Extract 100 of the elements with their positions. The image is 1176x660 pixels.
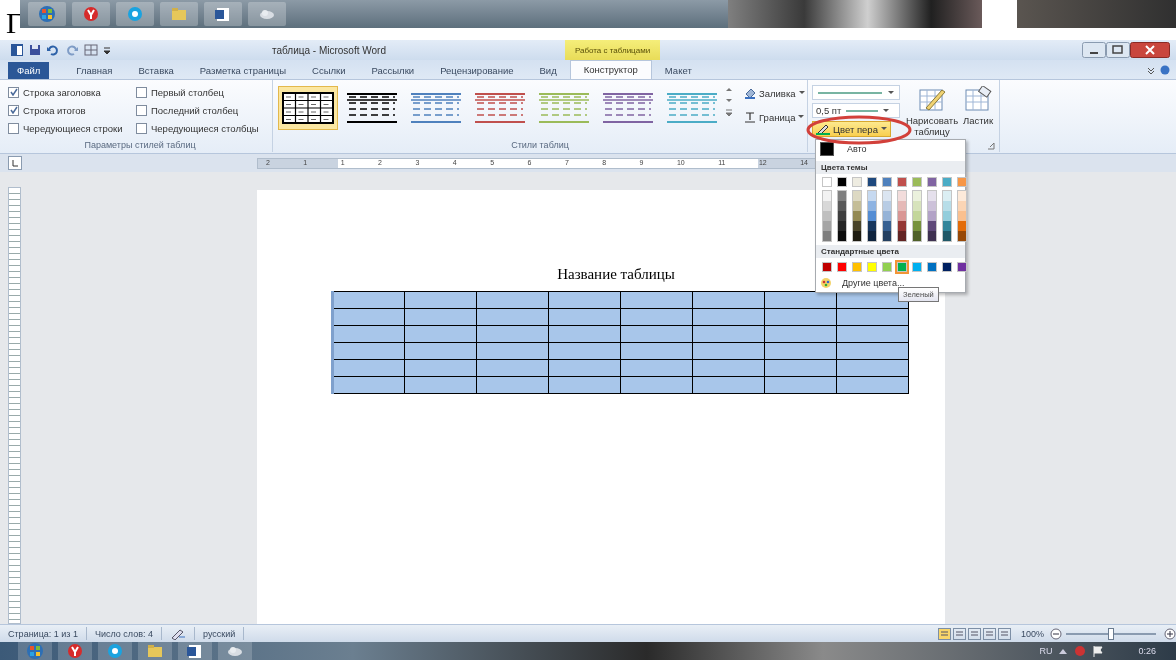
color-swatch[interactable] (838, 191, 846, 201)
checkbox[interactable] (8, 86, 19, 98)
tab-selector[interactable] (8, 156, 22, 170)
color-swatch[interactable] (928, 201, 936, 211)
color-swatch[interactable] (958, 211, 966, 221)
ribbon-tab[interactable]: Вид (526, 62, 570, 79)
table-cell[interactable] (404, 308, 477, 326)
ribbon-tab[interactable]: Конструктор (569, 60, 652, 79)
table-cell[interactable] (476, 359, 549, 377)
table-cell[interactable] (476, 291, 549, 309)
color-swatch[interactable] (927, 177, 937, 187)
restore-icon[interactable] (1106, 42, 1130, 58)
redo-icon[interactable] (65, 44, 79, 56)
ribbon-tab[interactable]: Вставка (125, 62, 187, 79)
color-swatch[interactable] (943, 231, 951, 241)
color-swatch[interactable] (852, 262, 862, 272)
action-center-flag-icon[interactable] (1092, 645, 1105, 657)
color-swatch[interactable] (867, 262, 877, 272)
color-swatch[interactable] (823, 231, 831, 241)
more-colors-option[interactable]: Другие цвета... (816, 276, 965, 290)
table-cell[interactable] (548, 342, 621, 360)
color-swatch[interactable] (823, 191, 831, 201)
color-swatch[interactable] (853, 221, 861, 231)
color-swatch[interactable] (912, 177, 922, 187)
ribbon-tab[interactable]: Файл (8, 62, 50, 79)
color-swatch[interactable] (823, 201, 831, 211)
reading-layout-icon[interactable] (952, 627, 966, 640)
undo-icon[interactable] (46, 44, 60, 56)
checkbox[interactable] (8, 122, 19, 134)
table-cell[interactable] (332, 325, 405, 343)
line-weight-dropdown[interactable]: 0,5 пт (812, 103, 900, 118)
color-swatch[interactable] (942, 262, 952, 272)
color-swatch[interactable] (838, 201, 846, 211)
color-swatch[interactable] (957, 177, 967, 187)
zoom-level[interactable]: 100% (1020, 628, 1044, 639)
table-cell[interactable] (764, 342, 837, 360)
table-cell[interactable] (548, 325, 621, 343)
color-swatch[interactable] (958, 201, 966, 211)
color-swatch[interactable] (867, 177, 877, 187)
color-swatch[interactable] (883, 231, 891, 241)
outline-icon[interactable] (982, 627, 996, 640)
color-swatch[interactable] (837, 177, 847, 187)
ribbon-tab[interactable]: Ссылки (299, 62, 359, 79)
table-cell[interactable] (548, 376, 621, 394)
color-swatch[interactable] (958, 221, 966, 231)
checkbox[interactable] (136, 86, 147, 98)
table-cell[interactable] (836, 359, 909, 377)
zoom-out-icon[interactable] (1050, 627, 1062, 640)
color-swatch[interactable] (868, 221, 876, 231)
color-swatch[interactable] (820, 142, 834, 156)
color-swatch[interactable] (823, 221, 831, 231)
color-swatch[interactable] (882, 262, 892, 272)
color-swatch[interactable] (883, 221, 891, 231)
table-icon[interactable] (84, 44, 98, 56)
color-swatch[interactable] (822, 177, 832, 187)
color-swatch[interactable] (868, 231, 876, 241)
color-swatch[interactable] (852, 177, 862, 187)
color-swatch[interactable] (823, 211, 831, 221)
table-cell[interactable] (476, 376, 549, 394)
color-swatch[interactable] (868, 211, 876, 221)
table-cell[interactable] (620, 308, 693, 326)
color-swatch[interactable] (913, 231, 921, 241)
color-swatch[interactable] (837, 262, 847, 272)
table-cell[interactable] (620, 291, 693, 309)
ribbon-tab[interactable]: Рассылки (358, 62, 428, 79)
color-swatch[interactable] (898, 221, 906, 231)
table-style-thumbnail[interactable] (278, 86, 338, 130)
table-cell[interactable] (692, 308, 765, 326)
ribbon-tab[interactable]: Главная (63, 62, 126, 79)
color-swatch[interactable] (913, 191, 921, 201)
color-swatch[interactable] (883, 201, 891, 211)
table-cell[interactable] (836, 325, 909, 343)
table-cell[interactable] (692, 291, 765, 309)
web-layout-icon[interactable] (967, 627, 981, 640)
table-cell[interactable] (692, 359, 765, 377)
table-cell[interactable] (764, 376, 837, 394)
table-cell[interactable] (404, 291, 477, 309)
color-swatch[interactable] (912, 262, 922, 272)
zoom-in-icon[interactable] (1164, 627, 1176, 640)
save-icon[interactable] (29, 44, 41, 56)
color-swatch[interactable] (898, 231, 906, 241)
color-swatch[interactable] (913, 211, 921, 221)
minimize-icon[interactable] (1082, 42, 1106, 58)
table-cell[interactable] (764, 308, 837, 326)
table-cell[interactable] (620, 359, 693, 377)
table-cell[interactable] (620, 342, 693, 360)
table-cell[interactable] (692, 325, 765, 343)
table-cell[interactable] (620, 376, 693, 394)
dialog-launcher-icon[interactable] (987, 142, 995, 150)
spelling-check-icon[interactable] (170, 627, 186, 640)
table-cell[interactable] (476, 308, 549, 326)
color-swatch[interactable] (958, 231, 966, 241)
color-swatch[interactable] (883, 211, 891, 221)
color-swatch[interactable] (927, 262, 937, 272)
color-swatch[interactable] (913, 221, 921, 231)
shading-button[interactable]: Заливка (742, 86, 807, 100)
color-swatch[interactable] (943, 211, 951, 221)
color-swatch[interactable] (853, 191, 861, 201)
table-cell[interactable] (836, 308, 909, 326)
help-icon[interactable] (1160, 64, 1170, 75)
